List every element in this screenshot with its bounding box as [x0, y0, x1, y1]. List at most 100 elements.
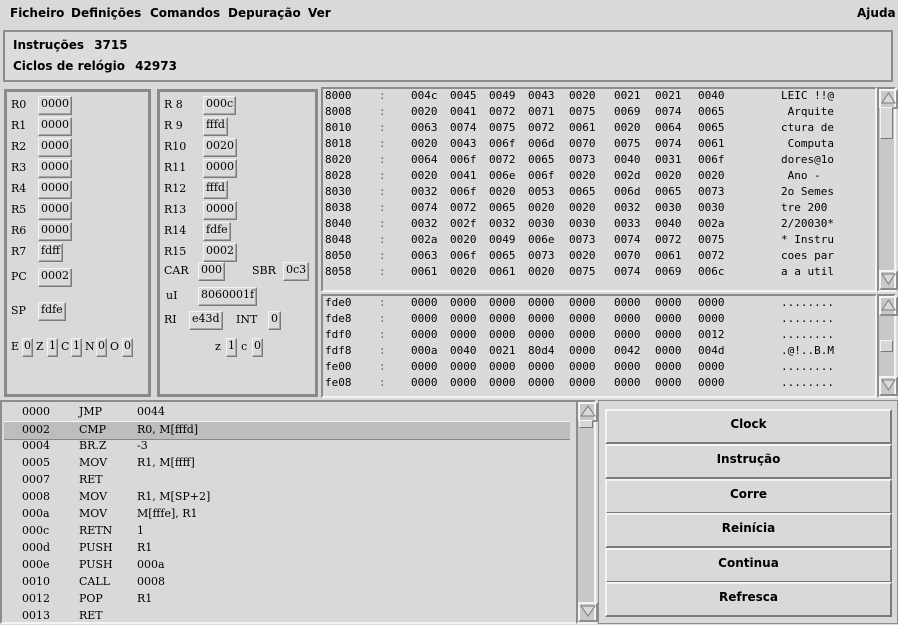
code-row[interactable]: 0012 POP R1 — [4, 591, 570, 608]
flag-e-value[interactable]: 0 — [22, 338, 33, 357]
reg-r11-value[interactable]: 0000 — [203, 159, 237, 178]
memory-word: 0030 — [528, 217, 555, 230]
memory-word: 0000 — [411, 296, 438, 309]
memory-ascii: ........ — [781, 328, 834, 341]
memory-word: 0020 — [614, 121, 641, 134]
memory-word: 0070 — [569, 137, 596, 150]
code-row[interactable]: 000e PUSH 000a — [4, 557, 570, 574]
memory-view-stack[interactable]: fde0: 0000 0000 0000 0000 0000 0000 0000 0000...… — [321, 294, 877, 398]
scroll-down-arrow-icon[interactable] — [879, 270, 898, 290]
reg-car-value[interactable]: 000 — [198, 262, 225, 281]
memory-word: 0075 — [569, 105, 596, 118]
flag-c-value[interactable]: 1 — [71, 338, 82, 357]
scroll-down-arrow-icon[interactable] — [879, 376, 898, 396]
memory-data-scrollbar[interactable] — [877, 87, 898, 292]
menu-depuracao[interactable]: Depuração — [228, 6, 301, 20]
memory-word: 002a — [698, 217, 725, 230]
reg-ui-value[interactable]: 8060001f — [198, 287, 258, 306]
memory-address: 8040 — [325, 217, 352, 230]
instrucao-button[interactable]: Instrução — [605, 444, 892, 479]
memory-row: 8030: 0032 006f 0020 0053 0065 006d 0065 0073 2o … — [325, 185, 873, 199]
memory-row: 8038: 0074 0072 0065 0020 0020 0032 0030 0030 tre… — [325, 201, 873, 215]
memory-word: 0020 — [569, 89, 596, 102]
reg-sp-label: SP — [11, 304, 26, 317]
code-row[interactable]: 0007 RET — [4, 472, 570, 489]
memory-address: 8058 — [325, 265, 352, 278]
memory-ascii: a a util — [781, 265, 834, 278]
reg-r10-label: R10 — [164, 140, 187, 153]
memory-word: 0000 — [450, 376, 477, 389]
code-row[interactable]: 000c RETN 1 — [4, 523, 570, 540]
reg-r4-value[interactable]: 0000 — [38, 180, 72, 199]
reg-r9-value[interactable]: fffd — [203, 117, 228, 136]
reg-r10-value[interactable]: 0020 — [203, 138, 237, 157]
menu-ver[interactable]: Ver — [308, 6, 331, 20]
memory-row: 8000: 004c 0045 0049 0043 0020 0021 0021 0040 LEI… — [325, 89, 873, 103]
memory-separator: : — [379, 169, 386, 182]
scroll-thumb[interactable] — [880, 107, 893, 139]
disassembly-scrollbar[interactable] — [576, 400, 598, 624]
code-row[interactable]: 000d PUSH R1 — [4, 540, 570, 557]
code-row[interactable]: 0008 MOV R1, M[SP+2] — [4, 489, 570, 506]
scroll-up-arrow-icon[interactable] — [879, 296, 898, 316]
memory-word: 0040 — [698, 89, 725, 102]
refresca-button[interactable]: Refresca — [605, 582, 892, 617]
registers-panel-extended: R 8 000c R 9 fffd R10 0020 R11 0000 R12 … — [157, 89, 318, 397]
clock-button[interactable]: Clock — [605, 409, 892, 444]
flag-n-value[interactable]: 0 — [96, 338, 107, 357]
memory-word: 80d4 — [528, 344, 555, 357]
reg-r13-value[interactable]: 0000 — [203, 201, 237, 220]
reg-r8-value[interactable]: 000c — [203, 96, 237, 115]
code-row[interactable]: 0005 MOV R1, M[ffff] — [4, 455, 570, 472]
flag-z-value[interactable]: 1 — [47, 338, 58, 357]
reg-r1-value[interactable]: 0000 — [38, 117, 72, 136]
code-address: 0005 — [22, 456, 50, 469]
memory-word: 0000 — [489, 376, 516, 389]
scroll-up-arrow-icon[interactable] — [879, 89, 898, 109]
reg-sp-value[interactable]: fdfe — [38, 302, 66, 321]
code-row[interactable]: 0004 BR.Z -3 — [4, 438, 570, 455]
scroll-thumb[interactable] — [880, 340, 893, 352]
reg-sbr-value[interactable]: 0c3 — [283, 262, 310, 281]
memory-word: 0061 — [411, 265, 438, 278]
reg-r7-value[interactable]: fdff — [38, 243, 63, 262]
reg-int-value[interactable]: 0 — [268, 311, 281, 330]
corre-button[interactable]: Corre — [605, 479, 892, 514]
continua-button[interactable]: Continua — [605, 548, 892, 583]
reg-r5-value[interactable]: 0000 — [38, 201, 72, 220]
reg-r0-value[interactable]: 0000 — [38, 96, 72, 115]
reg-r3-value[interactable]: 0000 — [38, 159, 72, 178]
memory-word: 0065 — [569, 185, 596, 198]
reg-r2-value[interactable]: 0000 — [38, 138, 72, 157]
menu-definicoes[interactable]: Definições — [71, 6, 141, 20]
reg-r12-value[interactable]: fffd — [203, 180, 228, 199]
flag-c2-value[interactable]: 0 — [252, 338, 263, 357]
reg-r15-value[interactable]: 0002 — [203, 243, 237, 262]
scroll-thumb[interactable] — [579, 420, 593, 428]
code-row[interactable]: 0013 RET — [4, 608, 570, 625]
flag-z2-value[interactable]: 1 — [226, 338, 237, 357]
reinicia-button[interactable]: Reinícia — [605, 513, 892, 548]
reg-r6-value[interactable]: 0000 — [38, 222, 72, 241]
memory-word: 0020 — [655, 169, 682, 182]
memory-word: 0020 — [411, 137, 438, 150]
scroll-down-arrow-icon[interactable] — [578, 602, 598, 622]
flag-o-value[interactable]: 0 — [122, 338, 133, 357]
code-operands: 1 — [137, 524, 144, 537]
reg-r14-value[interactable]: fdfe — [203, 222, 231, 241]
reg-ri-value[interactable]: e43d — [189, 311, 223, 330]
memory-view-data[interactable]: 8000: 004c 0045 0049 0043 0020 0021 0021 0040 LEI… — [321, 87, 877, 292]
menu-ajuda[interactable]: Ajuda — [857, 6, 896, 20]
disassembly-list[interactable]: 0000 JMP 0044 0002 CMP R0, M[fffd] 0004 BR.Z -3 0… — [0, 400, 596, 624]
memory-stack-scrollbar[interactable] — [877, 294, 898, 398]
code-row[interactable]: 0010 CALL 0008 — [4, 574, 570, 591]
reg-pc-value[interactable]: 0002 — [38, 268, 72, 287]
code-row[interactable]: 000a MOV M[fffe], R1 — [4, 506, 570, 523]
code-row[interactable]: 0000 JMP 0044 — [4, 404, 570, 421]
menu-ficheiro[interactable]: Ficheiro — [10, 6, 64, 20]
memory-ascii: .@!..B.M — [781, 344, 834, 357]
scroll-up-arrow-icon[interactable] — [578, 402, 598, 422]
menu-comandos[interactable]: Comandos — [150, 6, 220, 20]
memory-word: 004c — [411, 89, 438, 102]
menu-bar: Ficheiro Definições Comandos Depuração V… — [0, 0, 898, 28]
